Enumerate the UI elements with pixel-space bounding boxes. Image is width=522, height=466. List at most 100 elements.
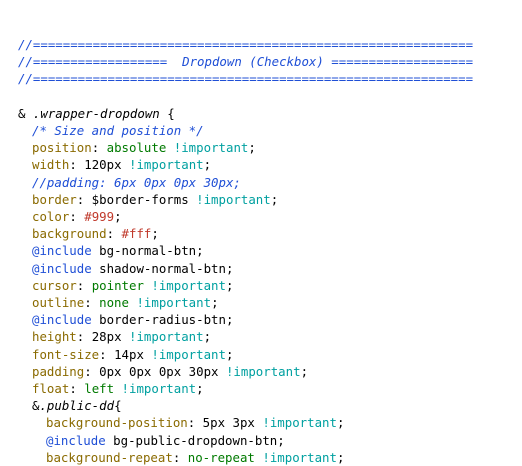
code-token-plain: ; [225, 346, 234, 362]
code-token-plain: 0px 0px 0px 30px [99, 363, 219, 379]
code-token-plain: ; [203, 329, 212, 345]
code-token-plain: ; [300, 363, 309, 379]
code-line: background-repeat: no-repeat !important; [46, 449, 344, 466]
code-token-property: outline [32, 295, 85, 310]
code-line: color: #999; [32, 208, 122, 225]
code-line: cursor: pointer !important; [32, 277, 233, 294]
code-token-keyword: !important [262, 415, 337, 431]
code-token-value: none [99, 295, 129, 310]
code-token-keyword: !important [129, 329, 204, 345]
code-token-plain: { [159, 105, 175, 121]
code-line: outline: none !important; [32, 294, 219, 311]
code-token-selector: .public-dd [39, 398, 115, 414]
code-token-plain: 14px [114, 346, 144, 362]
code-token-keyword: !important [151, 346, 226, 362]
code-token-color_value: #999 [84, 209, 115, 224]
code-token-plain: : [69, 209, 85, 224]
code-token-plain: & [18, 105, 33, 121]
code-token-property: height [32, 329, 77, 345]
code-token-plain: : [69, 157, 85, 173]
code-token-value: absolute [106, 140, 167, 156]
code-token-plain: bg-normal-btn; [91, 243, 204, 259]
code-line: @include border-radius-btn; [32, 311, 233, 328]
code-token-directive: @include [32, 312, 92, 328]
code-token-plain: : [69, 381, 85, 396]
code-line: background: #fff; [32, 225, 159, 242]
code-token-plain: 5px 3px [202, 415, 255, 431]
code-token-plain: ; [211, 295, 219, 310]
code-token-property: position [32, 140, 92, 156]
code-token-plain: border-radius-btn; [91, 312, 234, 328]
code-token-property: cursor [32, 277, 77, 293]
code-token-keyword: !important [225, 363, 301, 379]
code-token-plain: ; [270, 191, 279, 207]
code-line: @include shadow-normal-btn; [32, 260, 233, 277]
code-token-plain: ; [225, 277, 234, 293]
code-line: padding: 0px 0px 0px 30px !important; [32, 363, 308, 380]
code-editor[interactable]: //======================================… [0, 0, 522, 466]
code-line: /* Size and position */ [32, 122, 204, 139]
code-token-property: width [32, 157, 70, 173]
code-token-comment: //padding: 6px 0px 0px 30px; [32, 174, 241, 190]
code-line: //======================================… [18, 36, 473, 53]
code-token-selector: .wrapper-dropdown [32, 105, 160, 121]
code-token-comment: //======================================… [18, 71, 474, 87]
code-token-value: pointer [91, 277, 144, 293]
code-token-directive: @include [46, 432, 106, 448]
code-token-plain: : [84, 295, 100, 310]
code-token-plain: ; [114, 209, 122, 224]
code-token-plain: : [106, 226, 122, 242]
code-token-plain: : [172, 449, 188, 465]
code-token-keyword: !important [129, 157, 204, 173]
code-line: & .wrapper-dropdown { [18, 105, 175, 122]
code-line: @include bg-public-dropdown-btn; [46, 432, 285, 449]
code-token-property: padding [32, 363, 85, 379]
code-token-plain: shadow-normal-btn; [91, 260, 234, 276]
code-token-plain: ; [203, 157, 212, 173]
code-token-plain: 28px [91, 329, 122, 345]
code-token-plain: bg-public-dropdown-btn; [105, 432, 285, 448]
code-token-property: color [32, 209, 70, 224]
code-line: //======================================… [18, 70, 473, 87]
code-token-property: border [32, 191, 77, 207]
code-line: height: 28px !important; [32, 328, 211, 345]
code-token-plain: : [76, 329, 92, 345]
code-token-property: background-repeat [46, 449, 173, 465]
code-token-plain: { [114, 398, 122, 414]
code-line: //padding: 6px 0px 0px 30px; [32, 174, 241, 191]
code-token-plain: : [76, 277, 92, 293]
code-token-property: background-position [46, 415, 188, 431]
code-token-comment: /* Size and position */ [32, 123, 204, 138]
code-token-plain: ; [196, 381, 204, 396]
code-token-keyword: !important [121, 381, 197, 396]
code-token-plain: ; [151, 226, 159, 242]
code-token-property: font-size [32, 346, 100, 362]
code-token-plain: : $border-forms [76, 191, 197, 207]
code-token-plain: 120px [84, 157, 122, 173]
code-token-comment: //================== Dropdown (Checkbox)… [18, 54, 474, 70]
code-line: background-position: 5px 3px !important; [46, 414, 344, 431]
code-line: float: left !important; [32, 380, 204, 397]
code-token-plain: : [91, 140, 107, 156]
code-line: &.public-dd{ [32, 397, 122, 414]
code-token-property: background [32, 226, 107, 242]
code-token-value: no-repeat [187, 449, 255, 465]
code-token-keyword: !important [262, 449, 337, 465]
code-token-keyword: !important [136, 295, 212, 310]
code-token-property: float [32, 381, 70, 396]
code-token-plain: : [84, 363, 100, 379]
code-token-plain: : [187, 415, 203, 431]
code-line: border: $border-forms !important; [32, 191, 278, 208]
code-line: //================== Dropdown (Checkbox)… [18, 53, 473, 70]
code-token-color_value: #fff [121, 226, 152, 242]
code-token-comment: //======================================… [18, 37, 474, 52]
code-token-plain: ; [336, 449, 345, 465]
code-line: width: 120px !important; [32, 156, 211, 173]
code-token-keyword: !important [151, 277, 226, 293]
code-token-directive: @include [32, 260, 92, 276]
code-token-keyword: !important [196, 191, 271, 207]
